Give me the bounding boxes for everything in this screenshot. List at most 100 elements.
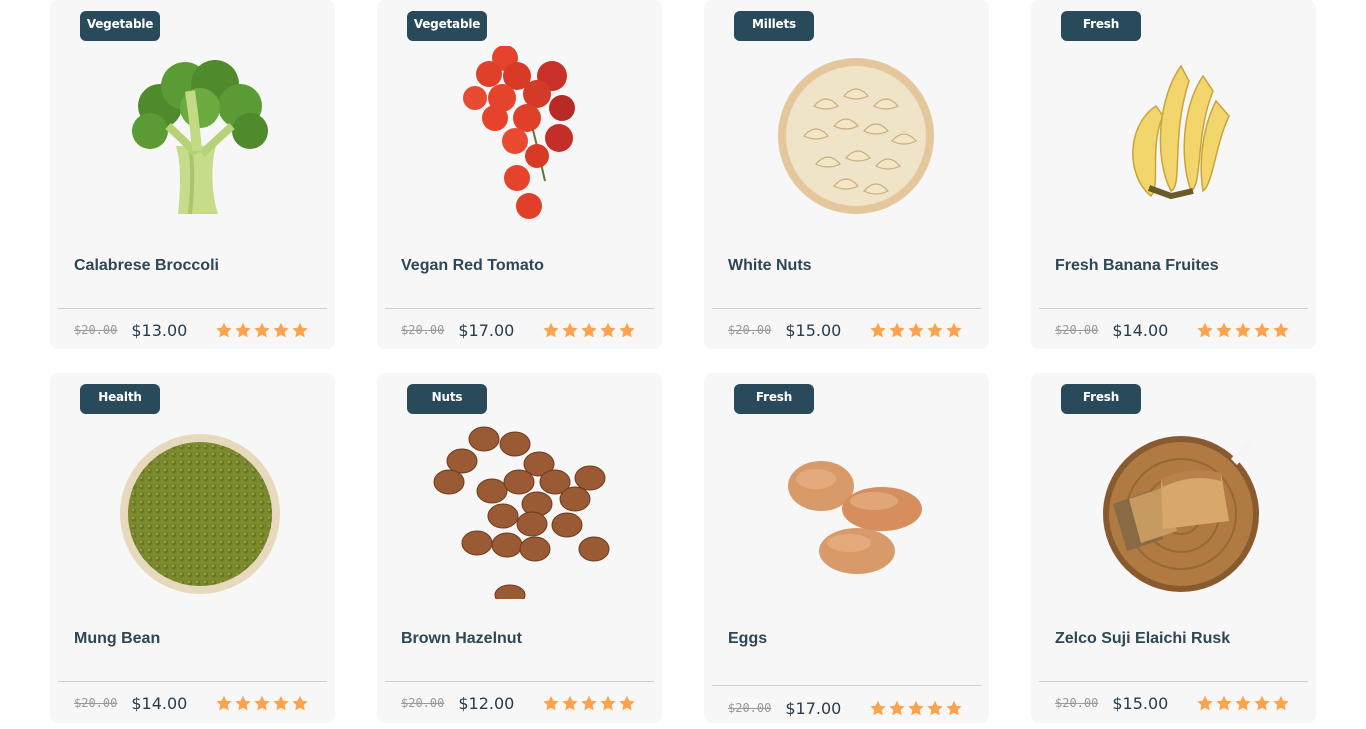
product-image-hazelnuts[interactable] (377, 419, 662, 599)
product-title[interactable]: Calabrese Broccoli (74, 257, 219, 275)
old-price: $20.00 (1055, 323, 1099, 337)
product-image-mung-bean-bowl[interactable] (50, 419, 335, 599)
product-card[interactable]: Fresh Eggs $20.00 $17.00 (704, 373, 989, 723)
product-image-cherry-tomatoes[interactable] (377, 46, 662, 226)
product-title[interactable]: Eggs (728, 630, 767, 648)
divider (1039, 681, 1308, 682)
star-icon (234, 695, 252, 711)
product-image-cashew-bowl[interactable] (704, 46, 989, 226)
old-price: $20.00 (728, 701, 772, 715)
star-icon (1215, 695, 1233, 711)
old-price: $20.00 (1055, 696, 1099, 710)
star-icon (869, 700, 887, 716)
category-badge: Fresh (1061, 384, 1141, 414)
star-icon (1253, 322, 1271, 338)
star-icon (1234, 695, 1252, 711)
star-icon (253, 322, 271, 338)
star-icon (272, 695, 290, 711)
old-price: $20.00 (401, 323, 445, 337)
divider (1039, 308, 1308, 309)
star-icon (580, 695, 598, 711)
product-card[interactable]: Vegetable Vegan Red Tomato $20.00 $17.00 (377, 0, 662, 349)
star-icon (542, 695, 560, 711)
category-badge: Nuts (407, 384, 487, 414)
product-image-eggs[interactable] (704, 419, 989, 599)
star-icon (1196, 322, 1214, 338)
star-icon (888, 700, 906, 716)
product-image-broccoli[interactable] (50, 46, 335, 226)
price-row: $20.00 $17.00 (728, 696, 965, 720)
product-title[interactable]: Vegan Red Tomato (401, 257, 544, 275)
product-card[interactable]: Fresh Zelco Suji Elaichi Rusk $20.00 $15… (1031, 373, 1316, 723)
old-price: $20.00 (401, 696, 445, 710)
star-icon (1253, 695, 1271, 711)
price-row: $20.00 $14.00 (1055, 318, 1292, 342)
product-card[interactable]: Health Mung Bean $20.00 $14.00 (50, 373, 335, 723)
star-icon (234, 322, 252, 338)
old-price: $20.00 (74, 323, 118, 337)
price-row: $20.00 $12.00 (401, 691, 638, 715)
star-icon (618, 695, 636, 711)
price-row: $20.00 $14.00 (74, 691, 311, 715)
star-icon (542, 322, 560, 338)
category-badge: Millets (734, 11, 814, 41)
current-price: $17.00 (458, 320, 515, 340)
divider (712, 308, 981, 309)
star-icon (1215, 322, 1233, 338)
category-badge: Health (80, 384, 160, 414)
product-card[interactable]: Nuts Brown Hazelnut $20.00 $12.00 (377, 373, 662, 723)
star-icon (945, 322, 963, 338)
product-image-bananas[interactable] (1031, 46, 1316, 226)
product-title[interactable]: Brown Hazelnut (401, 630, 522, 648)
rating-stars (869, 322, 963, 338)
star-icon (272, 322, 290, 338)
divider (385, 308, 654, 309)
star-icon (869, 322, 887, 338)
rating-stars (215, 695, 309, 711)
price-row: $20.00 $13.00 (74, 318, 311, 342)
star-icon (907, 322, 925, 338)
rating-stars (215, 322, 309, 338)
star-icon (580, 322, 598, 338)
star-icon (1234, 322, 1252, 338)
category-badge: Vegetable (407, 11, 487, 41)
star-icon (1272, 695, 1290, 711)
product-title[interactable]: Fresh Banana Fruites (1055, 257, 1219, 275)
current-price: $13.00 (131, 320, 188, 340)
price-row: $20.00 $15.00 (728, 318, 965, 342)
star-icon (561, 695, 579, 711)
current-price: $17.00 (785, 698, 842, 718)
star-icon (926, 322, 944, 338)
category-badge: Vegetable (80, 11, 160, 41)
price-row: $20.00 $17.00 (401, 318, 638, 342)
star-icon (1272, 322, 1290, 338)
product-card[interactable]: Millets White Nuts $20.00 $15.00 (704, 0, 989, 349)
rating-stars (869, 700, 963, 716)
star-icon (253, 695, 271, 711)
product-title[interactable]: White Nuts (728, 257, 812, 275)
star-icon (888, 322, 906, 338)
product-grid: Vegetable Calabrese Broccoli $20.00 $13.… (0, 0, 1366, 729)
current-price: $15.00 (1112, 693, 1169, 713)
product-card[interactable]: Fresh Fresh Banana Fruites $20.00 $14.00 (1031, 0, 1316, 349)
divider (385, 681, 654, 682)
product-image-rusk-board[interactable] (1031, 419, 1316, 599)
rating-stars (542, 322, 636, 338)
star-icon (1196, 695, 1214, 711)
current-price: $12.00 (458, 693, 515, 713)
product-title[interactable]: Mung Bean (74, 630, 160, 648)
current-price: $14.00 (131, 693, 188, 713)
star-icon (926, 700, 944, 716)
product-card[interactable]: Vegetable Calabrese Broccoli $20.00 $13.… (50, 0, 335, 349)
price-row: $20.00 $15.00 (1055, 691, 1292, 715)
current-price: $15.00 (785, 320, 842, 340)
rating-stars (1196, 322, 1290, 338)
divider (712, 685, 981, 686)
star-icon (291, 322, 309, 338)
star-icon (907, 700, 925, 716)
product-title[interactable]: Zelco Suji Elaichi Rusk (1055, 630, 1230, 648)
star-icon (618, 322, 636, 338)
divider (58, 681, 327, 682)
divider (58, 308, 327, 309)
old-price: $20.00 (74, 696, 118, 710)
